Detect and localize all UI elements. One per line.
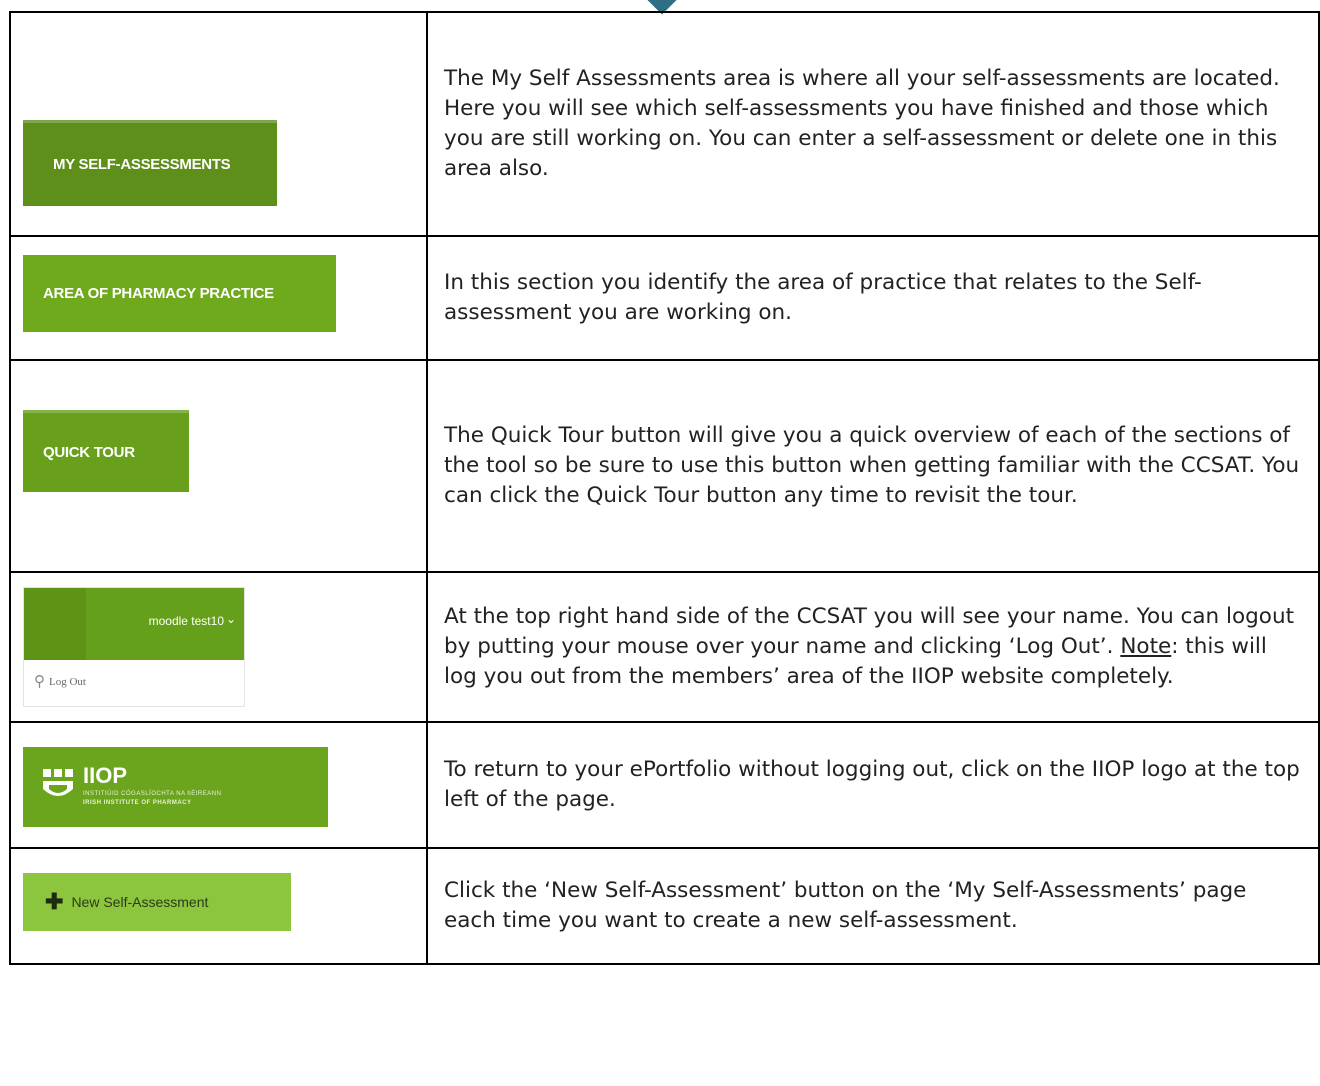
image-cell: ✚ New Self-Assessment	[9, 847, 428, 965]
iiop-logo[interactable]: IIOP INSTITIÚID CÓGASLÍOCHTA NA hÉIREANN…	[23, 747, 328, 827]
button-label: MY SELF-ASSESSMENTS	[53, 156, 231, 173]
table-row: QUICK TOUR The Quick Tour button will gi…	[9, 359, 1320, 573]
image-cell: QUICK TOUR	[9, 359, 428, 573]
description-text: In this section you identify the area of…	[444, 270, 1202, 325]
table-row: AREA OF PHARMACY PRACTICE In this sectio…	[9, 235, 1320, 361]
key-icon: ⚲	[34, 674, 45, 690]
image-cell: IIOP INSTITIÚID CÓGASLÍOCHTA NA hÉIREANN…	[9, 721, 428, 849]
description-cell: In this section you identify the area of…	[426, 235, 1320, 361]
description-cell: At the top right hand side of the CCSAT …	[426, 571, 1320, 723]
description-text: To return to your ePortfolio without log…	[444, 757, 1300, 812]
button-label: AREA OF PHARMACY PRACTICE	[43, 285, 274, 302]
description-text: Click the ‘New Self-Assessment’ button o…	[444, 878, 1247, 933]
iiop-crest-icon	[43, 769, 73, 796]
logo-subtitle-english: IRISH INSTITUTE OF PHARMACY	[83, 800, 192, 806]
description-text: The My Self Assessments area is where al…	[444, 66, 1280, 181]
button-label: New Self-Assessment	[71, 894, 209, 910]
quick-tour-button[interactable]: QUICK TOUR	[23, 410, 189, 492]
button-label: QUICK TOUR	[43, 444, 135, 461]
description-cell: The My Self Assessments area is where al…	[426, 11, 1320, 237]
plus-icon: ✚	[45, 889, 64, 914]
image-cell: MY SELF-ASSESSMENTS	[9, 11, 428, 237]
note-label: Note	[1120, 634, 1172, 659]
chevron-down-icon[interactable]: ⌄	[226, 612, 236, 626]
logout-label: Log Out	[49, 675, 86, 688]
logo-subtitle-irish: INSTITIÚID CÓGASLÍOCHTA NA hÉIREANN	[83, 791, 222, 797]
description-cell: The Quick Tour button will give you a qu…	[426, 359, 1320, 573]
table-row: IIOP INSTITIÚID CÓGASLÍOCHTA NA hÉIREANN…	[9, 721, 1320, 849]
table-row: moodle test10 ⌄ ⚲ Log Out At the top rig…	[9, 571, 1320, 723]
table-row: ✚ New Self-Assessment Click the ‘New Sel…	[9, 847, 1320, 965]
image-cell: AREA OF PHARMACY PRACTICE	[9, 235, 428, 361]
area-of-pharmacy-practice-button[interactable]: AREA OF PHARMACY PRACTICE	[23, 255, 336, 332]
description-text: The Quick Tour button will give you a qu…	[444, 423, 1300, 508]
user-menu-bar: moodle test10 ⌄	[24, 588, 244, 660]
my-self-assessments-button[interactable]: MY SELF-ASSESSMENTS	[23, 120, 277, 206]
description-cell: Click the ‘New Self-Assessment’ button o…	[426, 847, 1320, 965]
user-menu-screenshot: moodle test10 ⌄ ⚲ Log Out	[23, 587, 245, 707]
logout-menu-item[interactable]: ⚲ Log Out	[34, 672, 86, 691]
username-menu[interactable]: moodle test10	[149, 614, 224, 628]
ccsat-guide-table: MY SELF-ASSESSMENTS The My Self Assessme…	[9, 11, 1320, 965]
new-self-assessment-button[interactable]: ✚ New Self-Assessment	[23, 873, 291, 931]
table-row: MY SELF-ASSESSMENTS The My Self Assessme…	[9, 11, 1320, 237]
logo-text: IIOP	[83, 763, 128, 788]
image-cell: moodle test10 ⌄ ⚲ Log Out	[9, 571, 428, 723]
user-bar-shade	[24, 588, 86, 660]
description-cell: To return to your ePortfolio without log…	[426, 721, 1320, 849]
